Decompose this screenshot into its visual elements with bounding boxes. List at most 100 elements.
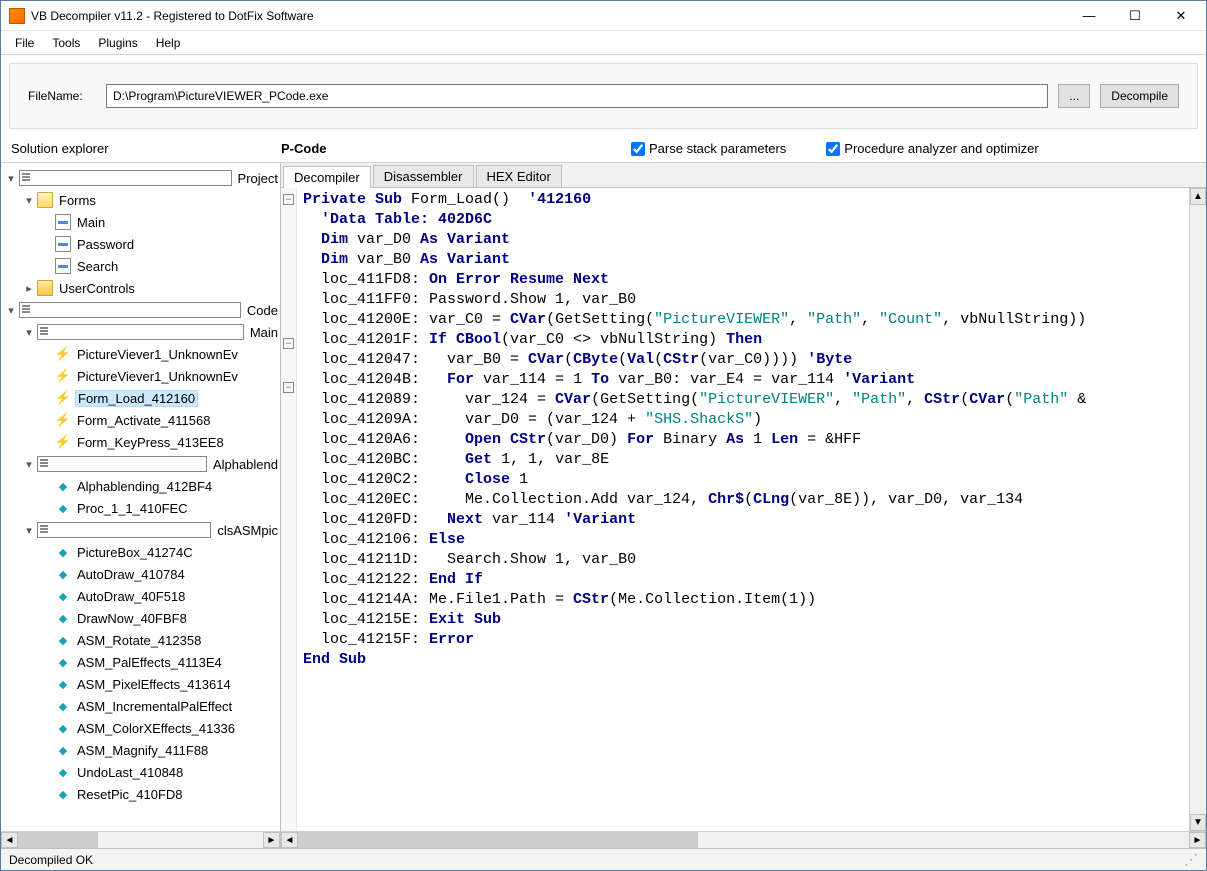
folder-open-icon <box>37 192 53 208</box>
code-icon <box>37 324 244 340</box>
scroll-up-icon[interactable]: ▲ <box>1190 188 1206 205</box>
fold-icon[interactable]: − <box>283 382 294 393</box>
pcode-header: P-Code <box>281 141 631 156</box>
app-icon <box>9 8 25 24</box>
method-icon: ◆ <box>55 654 71 670</box>
window-title: VB Decompiler v11.2 - Registered to DotF… <box>31 9 1066 23</box>
tree-item[interactable]: ▾Main <box>1 321 280 343</box>
minimize-button[interactable]: — <box>1066 2 1112 30</box>
tree-twisty-icon[interactable]: ▾ <box>23 524 35 537</box>
close-button[interactable]: ✕ <box>1158 2 1204 30</box>
optimizer-check[interactable] <box>826 142 840 156</box>
tree-label: ASM_PixelEffects_413614 <box>75 677 233 692</box>
tree-twisty-icon[interactable]: ▾ <box>23 458 35 471</box>
sidebar-hscroll[interactable]: ◄ ► <box>1 831 280 848</box>
menu-tools[interactable]: Tools <box>44 34 88 52</box>
tree-item[interactable]: ⚡ Form_Activate_411568 <box>1 409 280 431</box>
proc-icon: ⚡ <box>55 434 71 450</box>
maximize-button[interactable]: ☐ <box>1112 2 1158 30</box>
tree-item[interactable]: ◆Proc_1_1_410FEC <box>1 497 280 519</box>
tree-twisty-icon[interactable]: ▾ <box>5 304 17 317</box>
tree-item[interactable]: ▾ Project <box>1 167 280 189</box>
parse-stack-check[interactable] <box>631 142 645 156</box>
scroll-right-icon[interactable]: ► <box>263 832 280 848</box>
tree-twisty-icon[interactable]: ▾ <box>23 326 35 339</box>
tree-item[interactable]: ◆ASM_PixelEffects_413614 <box>1 673 280 695</box>
tree-item[interactable]: ◆AutoDraw_40F518 <box>1 585 280 607</box>
code-editor[interactable]: − − − Private Sub Form_Load() '412160 'Dat… <box>281 188 1189 831</box>
tree-label: ASM_IncrementalPalEffect <box>75 699 234 714</box>
scroll-thumb[interactable] <box>18 832 98 848</box>
fold-icon[interactable]: − <box>283 338 294 349</box>
scroll-left-icon[interactable]: ◄ <box>1 832 18 848</box>
tree-item[interactable]: ◆ASM_IncrementalPalEffect <box>1 695 280 717</box>
tree-label: DrawNow_40FBF8 <box>75 611 189 626</box>
method-icon: ◆ <box>55 500 71 516</box>
scroll-right-icon[interactable]: ► <box>1189 832 1206 848</box>
tree-item[interactable]: ◆PictureBox_41274C <box>1 541 280 563</box>
code-icon <box>19 302 241 318</box>
tree-twisty-icon[interactable]: ▾ <box>23 194 35 207</box>
method-icon: ◆ <box>55 632 71 648</box>
solution-explorer-header: Solution explorer <box>11 141 281 156</box>
browse-button[interactable]: ... <box>1058 84 1090 108</box>
tree-item[interactable]: Main <box>1 211 280 233</box>
hscroll-track[interactable] <box>298 832 1189 848</box>
scroll-down-icon[interactable]: ▼ <box>1190 814 1206 831</box>
tree-label: Form_Load_412160 <box>75 390 198 407</box>
menu-file[interactable]: File <box>7 34 42 52</box>
tree-item[interactable]: ◆Alphablending_412BF4 <box>1 475 280 497</box>
tree-label: Forms <box>57 193 98 208</box>
menu-help[interactable]: Help <box>148 34 189 52</box>
menu-plugins[interactable]: Plugins <box>90 34 145 52</box>
tree-item[interactable]: ⚡PictureViever1_UnknownEv <box>1 343 280 365</box>
parse-stack-checkbox[interactable]: Parse stack parameters <box>631 141 786 156</box>
method-icon: ◆ <box>55 786 71 802</box>
tree-item[interactable]: ▾Alphablend <box>1 453 280 475</box>
tab-disassembler[interactable]: Disassembler <box>373 165 474 187</box>
tree-item[interactable]: ◆ASM_Rotate_412358 <box>1 629 280 651</box>
optimizer-checkbox[interactable]: Procedure analyzer and optimizer <box>826 141 1038 156</box>
tree-item[interactable]: ⚡PictureViever1_UnknownEv <box>1 365 280 387</box>
vscroll-track[interactable] <box>1190 205 1206 814</box>
fold-icon[interactable]: − <box>283 194 294 205</box>
tree-twisty-icon[interactable]: ▸ <box>23 282 35 295</box>
tree-item[interactable]: ◆ASM_ColorXEffects_41336 <box>1 717 280 739</box>
tree-item[interactable]: Search <box>1 255 280 277</box>
hscroll-thumb[interactable] <box>298 832 698 848</box>
decompile-button[interactable]: Decompile <box>1100 84 1179 108</box>
tree-item[interactable]: ⚡Form_Load_412160 <box>1 387 280 409</box>
tree-item[interactable]: ⚡Form_KeyPress_413EE8 <box>1 431 280 453</box>
tree-item[interactable]: ▾ Forms <box>1 189 280 211</box>
solution-explorer: ▾ Project ▾ Forms MainPasswordSearch▸UserCon… <box>1 163 281 848</box>
form-icon <box>55 236 71 252</box>
tree-twisty-icon[interactable]: ▾ <box>5 172 17 185</box>
tab-hexeditor[interactable]: HEX Editor <box>476 165 562 187</box>
content-area: Decompiler Disassembler HEX Editor − − − P… <box>281 163 1206 848</box>
filename-label: FileName: <box>28 89 96 103</box>
project-tree[interactable]: ▾ Project ▾ Forms MainPasswordSearch▸UserCon… <box>1 163 280 831</box>
tree-item[interactable]: ◆AutoDraw_410784 <box>1 563 280 585</box>
tree-item[interactable]: ▸UserControls <box>1 277 280 299</box>
editor-hscroll[interactable]: ◄ ► <box>281 831 1206 848</box>
tree-item[interactable]: ◆ResetPic_410FD8 <box>1 783 280 805</box>
proc-icon: ⚡ <box>55 368 71 384</box>
tree-item[interactable]: ▾clsASMpic <box>1 519 280 541</box>
resize-grip-icon[interactable]: ⋰ <box>1184 851 1198 868</box>
proc-icon: ⚡ <box>55 412 71 428</box>
tree-item[interactable]: ◆DrawNow_40FBF8 <box>1 607 280 629</box>
tree-item[interactable]: ◆UndoLast_410848 <box>1 761 280 783</box>
scroll-left-icon[interactable]: ◄ <box>281 832 298 848</box>
scroll-track[interactable] <box>18 832 263 848</box>
tree-item[interactable]: ▾Code <box>1 299 280 321</box>
editor-vscroll[interactable]: ▲ ▼ <box>1189 188 1206 831</box>
tree-item[interactable]: ◆ASM_Magnify_411F88 <box>1 739 280 761</box>
fold-gutter[interactable]: − − − <box>281 188 297 831</box>
tree-item[interactable]: Password <box>1 233 280 255</box>
code-text[interactable]: Private Sub Form_Load() '412160 'Data Ta… <box>297 188 1189 831</box>
tree-label: Project <box>236 171 280 186</box>
tree-item[interactable]: ◆ASM_PalEffects_4113E4 <box>1 651 280 673</box>
tab-decompiler[interactable]: Decompiler <box>283 166 371 188</box>
filename-input[interactable] <box>106 84 1048 108</box>
tree-label: Form_Activate_411568 <box>75 413 212 428</box>
